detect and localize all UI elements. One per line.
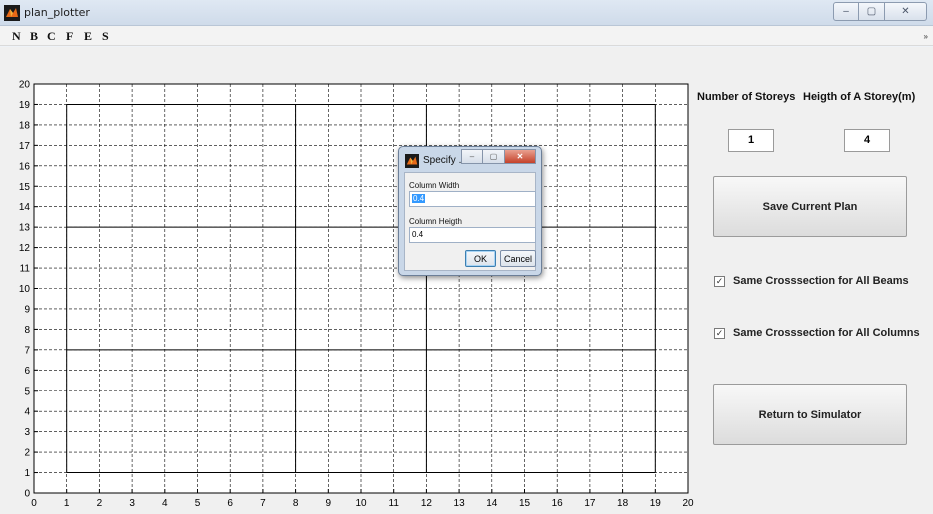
beams-crosssection-row[interactable]: ✓ Same Crosssection for All Beams xyxy=(714,275,909,287)
storey-height-label: Heigth of A Storey(m) xyxy=(803,91,916,103)
x-tick-label: 14 xyxy=(486,498,498,509)
x-tick-label: 19 xyxy=(650,498,662,509)
maximize-button[interactable]: ▢ xyxy=(859,2,885,21)
y-tick-label: 19 xyxy=(19,100,31,111)
y-tick-label: 14 xyxy=(19,202,31,213)
column-width-value: 0.4 xyxy=(412,194,426,203)
cancel-button[interactable]: Cancel xyxy=(500,250,536,267)
column-width-label: Column Width xyxy=(409,181,460,190)
column-height-label: Column Heigth xyxy=(409,217,462,226)
x-tick-label: 9 xyxy=(326,498,332,509)
menu-item-s[interactable]: S xyxy=(102,29,109,44)
menu-bar: N B C F E S » xyxy=(0,26,933,46)
column-width-input[interactable]: 0.4 xyxy=(409,191,536,207)
y-tick-label: 12 xyxy=(19,243,31,254)
x-tick-label: 7 xyxy=(260,498,266,509)
columns-crosssection-row[interactable]: ✓ Same Crosssection for All Columns xyxy=(714,327,920,339)
dialog-body: Column Width 0.4 Column Heigth 0.4 OK Ca… xyxy=(404,172,536,271)
dialog-close-button[interactable]: ✕ xyxy=(505,149,536,164)
x-tick-label: 17 xyxy=(584,498,596,509)
minimize-button[interactable]: – xyxy=(833,2,859,21)
x-tick-label: 13 xyxy=(454,498,466,509)
y-tick-label: 2 xyxy=(24,448,30,459)
y-tick-label: 15 xyxy=(19,182,31,193)
y-tick-label: 4 xyxy=(24,407,30,418)
storey-height-input[interactable]: 4 xyxy=(844,129,890,152)
storeys-input[interactable]: 1 xyxy=(728,129,774,152)
window-title: plan_plotter xyxy=(24,6,90,19)
dialog-minimize-button[interactable]: – xyxy=(461,149,483,164)
menu-item-e[interactable]: E xyxy=(84,29,92,44)
x-tick-label: 16 xyxy=(552,498,564,509)
y-tick-label: 3 xyxy=(24,427,30,438)
y-tick-label: 16 xyxy=(19,161,31,172)
x-tick-label: 11 xyxy=(389,498,400,509)
x-tick-label: 1 xyxy=(64,498,70,509)
y-tick-label: 5 xyxy=(24,386,30,397)
y-tick-label: 7 xyxy=(24,345,30,356)
beams-checkbox-label: Same Crosssection for All Beams xyxy=(733,275,909,287)
x-tick-label: 8 xyxy=(293,498,299,509)
y-tick-label: 18 xyxy=(19,120,31,131)
window-titlebar: plan_plotter – ▢ ✕ xyxy=(0,0,933,26)
x-tick-label: 4 xyxy=(162,498,168,509)
x-tick-label: 5 xyxy=(195,498,201,509)
x-tick-label: 0 xyxy=(31,498,37,509)
return-to-simulator-button[interactable]: Return to Simulator xyxy=(713,384,907,445)
plan-grid-axes[interactable]: 0 1 2 3 4 5 6 7 8 9 10 11 12 13 14 15 16 17 18 19 2001234567… xyxy=(0,47,700,514)
menu-overflow-arrow[interactable]: » xyxy=(924,32,928,41)
save-plan-button[interactable]: Save Current Plan xyxy=(713,176,907,237)
figure-area: 0 1 2 3 4 5 6 7 8 9 10 11 12 13 14 15 16 17 18 19 20 0 1 2 3 4 5 6 7… xyxy=(0,47,933,514)
x-tick-label: 12 xyxy=(421,498,433,509)
close-button[interactable]: ✕ xyxy=(885,2,927,21)
y-tick-label: 9 xyxy=(24,304,30,315)
y-tick-label: 6 xyxy=(24,366,30,377)
y-tick-label: 17 xyxy=(19,141,31,152)
x-tick-label: 6 xyxy=(227,498,233,509)
y-tick-label: 13 xyxy=(19,223,31,234)
x-tick-label: 3 xyxy=(129,498,135,509)
y-tick-label: 0 xyxy=(24,489,30,500)
dialog-maximize-button[interactable]: ▢ xyxy=(483,149,505,164)
x-tick-label: 20 xyxy=(682,498,694,509)
matlab-icon xyxy=(405,154,419,168)
columns-checkbox[interactable]: ✓ xyxy=(714,327,725,339)
y-tick-label: 10 xyxy=(19,284,31,295)
columns-checkbox-label: Same Crosssection for All Columns xyxy=(733,327,920,339)
dialog-caption-buttons: – ▢ ✕ xyxy=(461,149,536,164)
y-tick-label: 11 xyxy=(20,264,31,275)
y-tick-label: 1 xyxy=(24,468,30,479)
menu-item-b[interactable]: B xyxy=(30,29,38,44)
menu-item-c[interactable]: C xyxy=(47,29,56,44)
beams-checkbox[interactable]: ✓ xyxy=(714,275,725,287)
specify-dialog: Specify ... – ▢ ✕ Column Width 0.4 Colum… xyxy=(398,146,542,276)
window-caption-buttons: – ▢ ✕ xyxy=(833,2,927,21)
matlab-icon xyxy=(4,5,20,21)
y-tick-label: 8 xyxy=(24,325,30,336)
x-tick-label: 18 xyxy=(617,498,629,509)
menu-item-n[interactable]: N xyxy=(12,29,21,44)
x-tick-label: 10 xyxy=(355,498,367,509)
menu-item-f[interactable]: F xyxy=(66,29,73,44)
x-tick-label: 2 xyxy=(97,498,103,509)
ok-button[interactable]: OK xyxy=(465,250,496,267)
x-tick-label: 15 xyxy=(519,498,531,509)
storeys-label: Number of Storeys xyxy=(697,91,796,103)
column-height-input[interactable]: 0.4 xyxy=(409,227,536,243)
y-tick-label: 20 xyxy=(19,80,31,91)
